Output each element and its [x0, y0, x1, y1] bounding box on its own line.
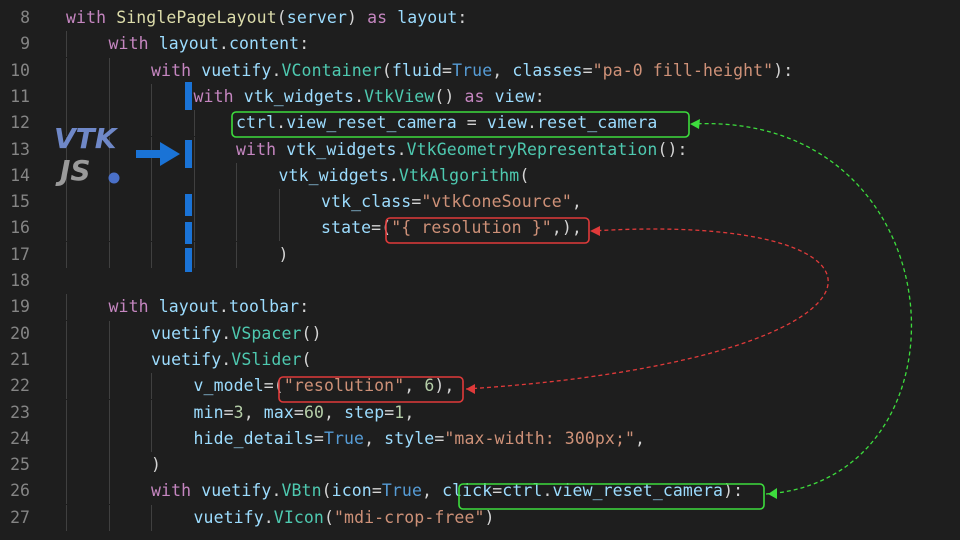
vtk-scope-bar-segment [185, 248, 192, 272]
highlight-state-resolution [385, 217, 590, 244]
annotation-overlay [136, 82, 912, 510]
highlight-click-view-reset-camera [458, 483, 765, 510]
logo-top-text: VTK [54, 122, 119, 155]
vtk-scope-bar-segment [185, 194, 192, 216]
right-arrow-icon [136, 142, 180, 166]
vtk-scope-bar-segment [185, 222, 192, 244]
green-arrowhead-bottom [768, 488, 777, 499]
vtk-scope-bar-segment [185, 140, 192, 168]
green-arrowhead-top [690, 119, 700, 129]
red-arrowhead-bottom [466, 384, 475, 394]
logo-bottom-text: JS [55, 154, 91, 187]
vtkjs-logo-icon: VTK JS [52, 118, 124, 190]
green-connector-arrow [691, 123, 912, 495]
red-arrowhead-top [590, 226, 600, 236]
red-connector-arrow [465, 228, 829, 390]
highlight-v-model-resolution [278, 376, 464, 403]
highlight-view-reset-camera-assign [231, 111, 690, 138]
vtk-scope-bar-segment [185, 82, 192, 110]
